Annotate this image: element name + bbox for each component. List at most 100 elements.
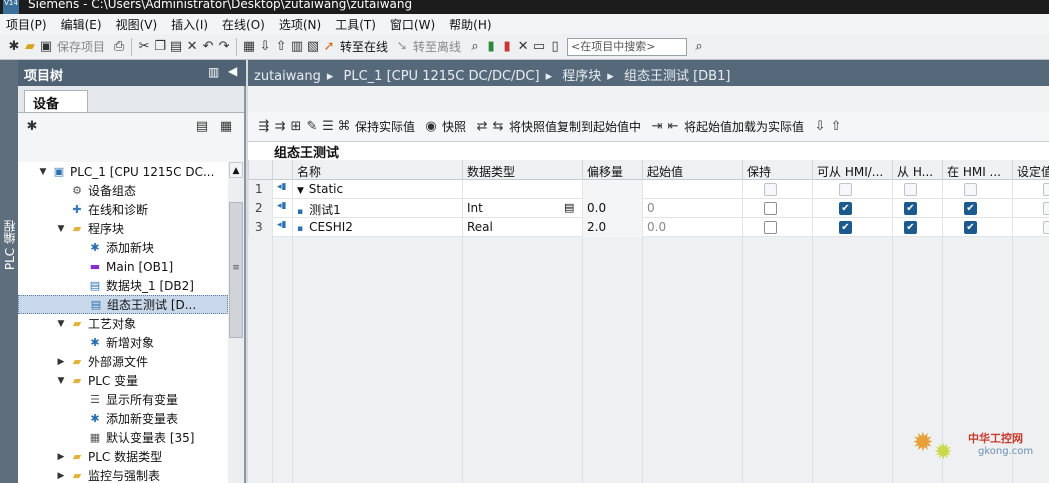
menu-online[interactable]: 在线(O): [222, 16, 265, 33]
cell-retain[interactable]: [742, 180, 812, 199]
copy-snapshot-to-start-button[interactable]: 将快照值复制到起始值中: [506, 118, 641, 135]
list-icon[interactable]: ☰: [320, 119, 336, 135]
save-project-button[interactable]: ▣ 保存项目: [38, 38, 105, 55]
add-row-icon[interactable]: ⇉: [272, 119, 288, 135]
monitor-icon[interactable]: ⌘: [336, 119, 352, 135]
breadcrumb-program-blocks[interactable]: 程序块: [562, 69, 601, 84]
checkbox[interactable]: ✔: [839, 221, 852, 234]
undo-icon[interactable]: ↶: [200, 39, 216, 55]
menu-insert[interactable]: 插入(I): [171, 16, 208, 33]
expanded-arrow-icon[interactable]: ▼: [56, 224, 66, 234]
split-horizontal-icon[interactable]: ▭: [531, 39, 547, 55]
compile-icon[interactable]: ▦: [241, 39, 257, 55]
tree-item[interactable]: ▼ ▰ 程序块: [18, 219, 228, 238]
collapsed-arrow-icon[interactable]: ▶: [56, 471, 66, 481]
open-project-icon[interactable]: ▰: [22, 39, 38, 55]
expanded-arrow-icon[interactable]: ▼: [56, 376, 66, 386]
snapshot-button[interactable]: 快照: [439, 118, 466, 135]
breadcrumb-current-block[interactable]: 组态王测试 [DB1]: [624, 69, 730, 84]
collapsed-arrow-icon[interactable]: ▶: [56, 452, 66, 462]
menu-tools[interactable]: 工具(T): [335, 16, 376, 33]
menu-options[interactable]: 选项(N): [279, 16, 321, 33]
expanded-arrow-icon[interactable]: ▼: [56, 319, 66, 329]
start-cpu-icon[interactable]: ▮: [483, 39, 499, 55]
cell-type[interactable]: [462, 180, 582, 199]
cell-start[interactable]: 0.0: [642, 218, 742, 237]
header-name[interactable]: 名称: [292, 160, 462, 180]
checkbox[interactable]: ✔: [904, 202, 917, 215]
expanded-arrow-icon[interactable]: ▼: [38, 167, 48, 177]
checkbox[interactable]: [1043, 183, 1049, 196]
accessible-devices-icon[interactable]: ⌕: [467, 39, 483, 55]
cross-reference-icon[interactable]: ✕: [515, 39, 531, 55]
tree-item[interactable]: ▤ 数据块_1 [DB2]: [18, 276, 228, 295]
simulate-stop-icon[interactable]: ▧: [305, 39, 321, 55]
stop-cpu-icon[interactable]: ▮: [499, 39, 515, 55]
header-data-type[interactable]: 数据类型: [462, 160, 582, 180]
scroll-up-icon[interactable]: ▲: [229, 162, 243, 178]
header-hmi-accessible[interactable]: 可从 HMI/...: [812, 160, 892, 180]
cell-hmi-access[interactable]: ✔: [812, 218, 892, 237]
cell-name[interactable]: ▪ CESHI2: [292, 218, 462, 237]
tree-item[interactable]: ✚ 在线和诊断: [18, 200, 228, 219]
download-values-icon[interactable]: ⇩: [812, 119, 828, 135]
checkbox[interactable]: ✔: [904, 221, 917, 234]
cell-type[interactable]: Int: [462, 199, 582, 218]
cell-in-hmi[interactable]: ✔: [942, 218, 1012, 237]
tree-item[interactable]: ▦ 默认变量表 [35]: [18, 428, 228, 447]
print-icon[interactable]: ⎙: [111, 39, 127, 55]
redo-icon[interactable]: ↷: [216, 39, 232, 55]
cell-setpoint[interactable]: [1012, 199, 1049, 218]
menu-help[interactable]: 帮助(H): [449, 16, 491, 33]
tree-item[interactable]: ✱ 新增对象: [18, 333, 228, 352]
tree-item[interactable]: ▼ ▣ PLC_1 [CPU 1215C DC...: [18, 162, 228, 181]
upload-icon[interactable]: ⇧: [273, 39, 289, 55]
collapsed-arrow-icon[interactable]: ▶: [56, 357, 66, 367]
table-row[interactable]: 3 ◂▮ ▪ CESHI2 Real 2.0 0.0 ✔ ✔ ✔: [248, 218, 1049, 237]
tree-item[interactable]: ✱ 添加新变量表: [18, 409, 228, 428]
load-start-as-actual-button[interactable]: 将起始值加载为实际值: [681, 118, 804, 135]
tree-scrollbar[interactable]: ▲ ≡: [228, 162, 244, 483]
cell-from-hmi[interactable]: ✔: [892, 218, 942, 237]
tree-item[interactable]: ▶ ▰ 外部源文件: [18, 352, 228, 371]
header-offset[interactable]: 偏移量: [582, 160, 642, 180]
checkbox[interactable]: [839, 183, 852, 196]
tree-item[interactable]: ⚙ 设备组态: [18, 181, 228, 200]
checkbox[interactable]: [904, 183, 917, 196]
cell-in-hmi[interactable]: ✔: [942, 199, 1012, 218]
cell-start[interactable]: 0: [642, 199, 742, 218]
cut-icon[interactable]: ✂: [136, 39, 152, 55]
tree-item[interactable]: ▶ ▰ PLC 数据类型: [18, 447, 228, 466]
copy-icon[interactable]: ❐: [152, 39, 168, 55]
new-project-icon[interactable]: ✱: [6, 39, 22, 55]
cell-name[interactable]: ▼ Static: [292, 180, 462, 199]
cell-hmi-access[interactable]: ✔: [812, 199, 892, 218]
checkbox[interactable]: [964, 183, 977, 196]
upload-values-icon[interactable]: ⇧: [828, 119, 844, 135]
devices-tab[interactable]: 设备: [24, 90, 88, 112]
cell-name[interactable]: ▪ 测试1: [292, 199, 462, 218]
expanded-arrow-icon[interactable]: ▼: [297, 186, 307, 196]
header-retain[interactable]: 保持: [742, 160, 812, 180]
menu-window[interactable]: 窗口(W): [390, 16, 435, 33]
table-row[interactable]: 2 ◂▮ ▪ 测试1 ▤ Int 0.0 0 ✔ ✔ ✔: [248, 199, 1049, 218]
header-start-value[interactable]: 起始值: [642, 160, 742, 180]
breadcrumb-plc[interactable]: PLC_1 [CPU 1215C DC/DC/DC]: [344, 69, 540, 84]
cell-retain[interactable]: [742, 218, 812, 237]
download-icon[interactable]: ⇩: [257, 39, 273, 55]
simulation-icon[interactable]: ▥: [289, 39, 305, 55]
delete-icon[interactable]: ✕: [184, 39, 200, 55]
cell-hmi-access[interactable]: [812, 180, 892, 199]
tree-item[interactable]: ▬ Main [OB1]: [18, 257, 228, 276]
cell-offset[interactable]: 2.0: [582, 218, 642, 237]
checkbox[interactable]: ✔: [964, 221, 977, 234]
insert-row-icon[interactable]: ⇶: [256, 119, 272, 135]
go-online-button[interactable]: ➚ 转至在线: [321, 38, 388, 55]
search-icon[interactable]: ⌕: [691, 39, 707, 55]
collapse-panel-icon[interactable]: ◀: [228, 64, 237, 78]
keep-actual-values-button[interactable]: 保持实际值: [352, 118, 415, 135]
cell-start[interactable]: [642, 180, 742, 199]
checkbox[interactable]: [1043, 202, 1049, 215]
header-in-hmi[interactable]: 在 HMI ...: [942, 160, 1012, 180]
cell-in-hmi[interactable]: [942, 180, 1012, 199]
